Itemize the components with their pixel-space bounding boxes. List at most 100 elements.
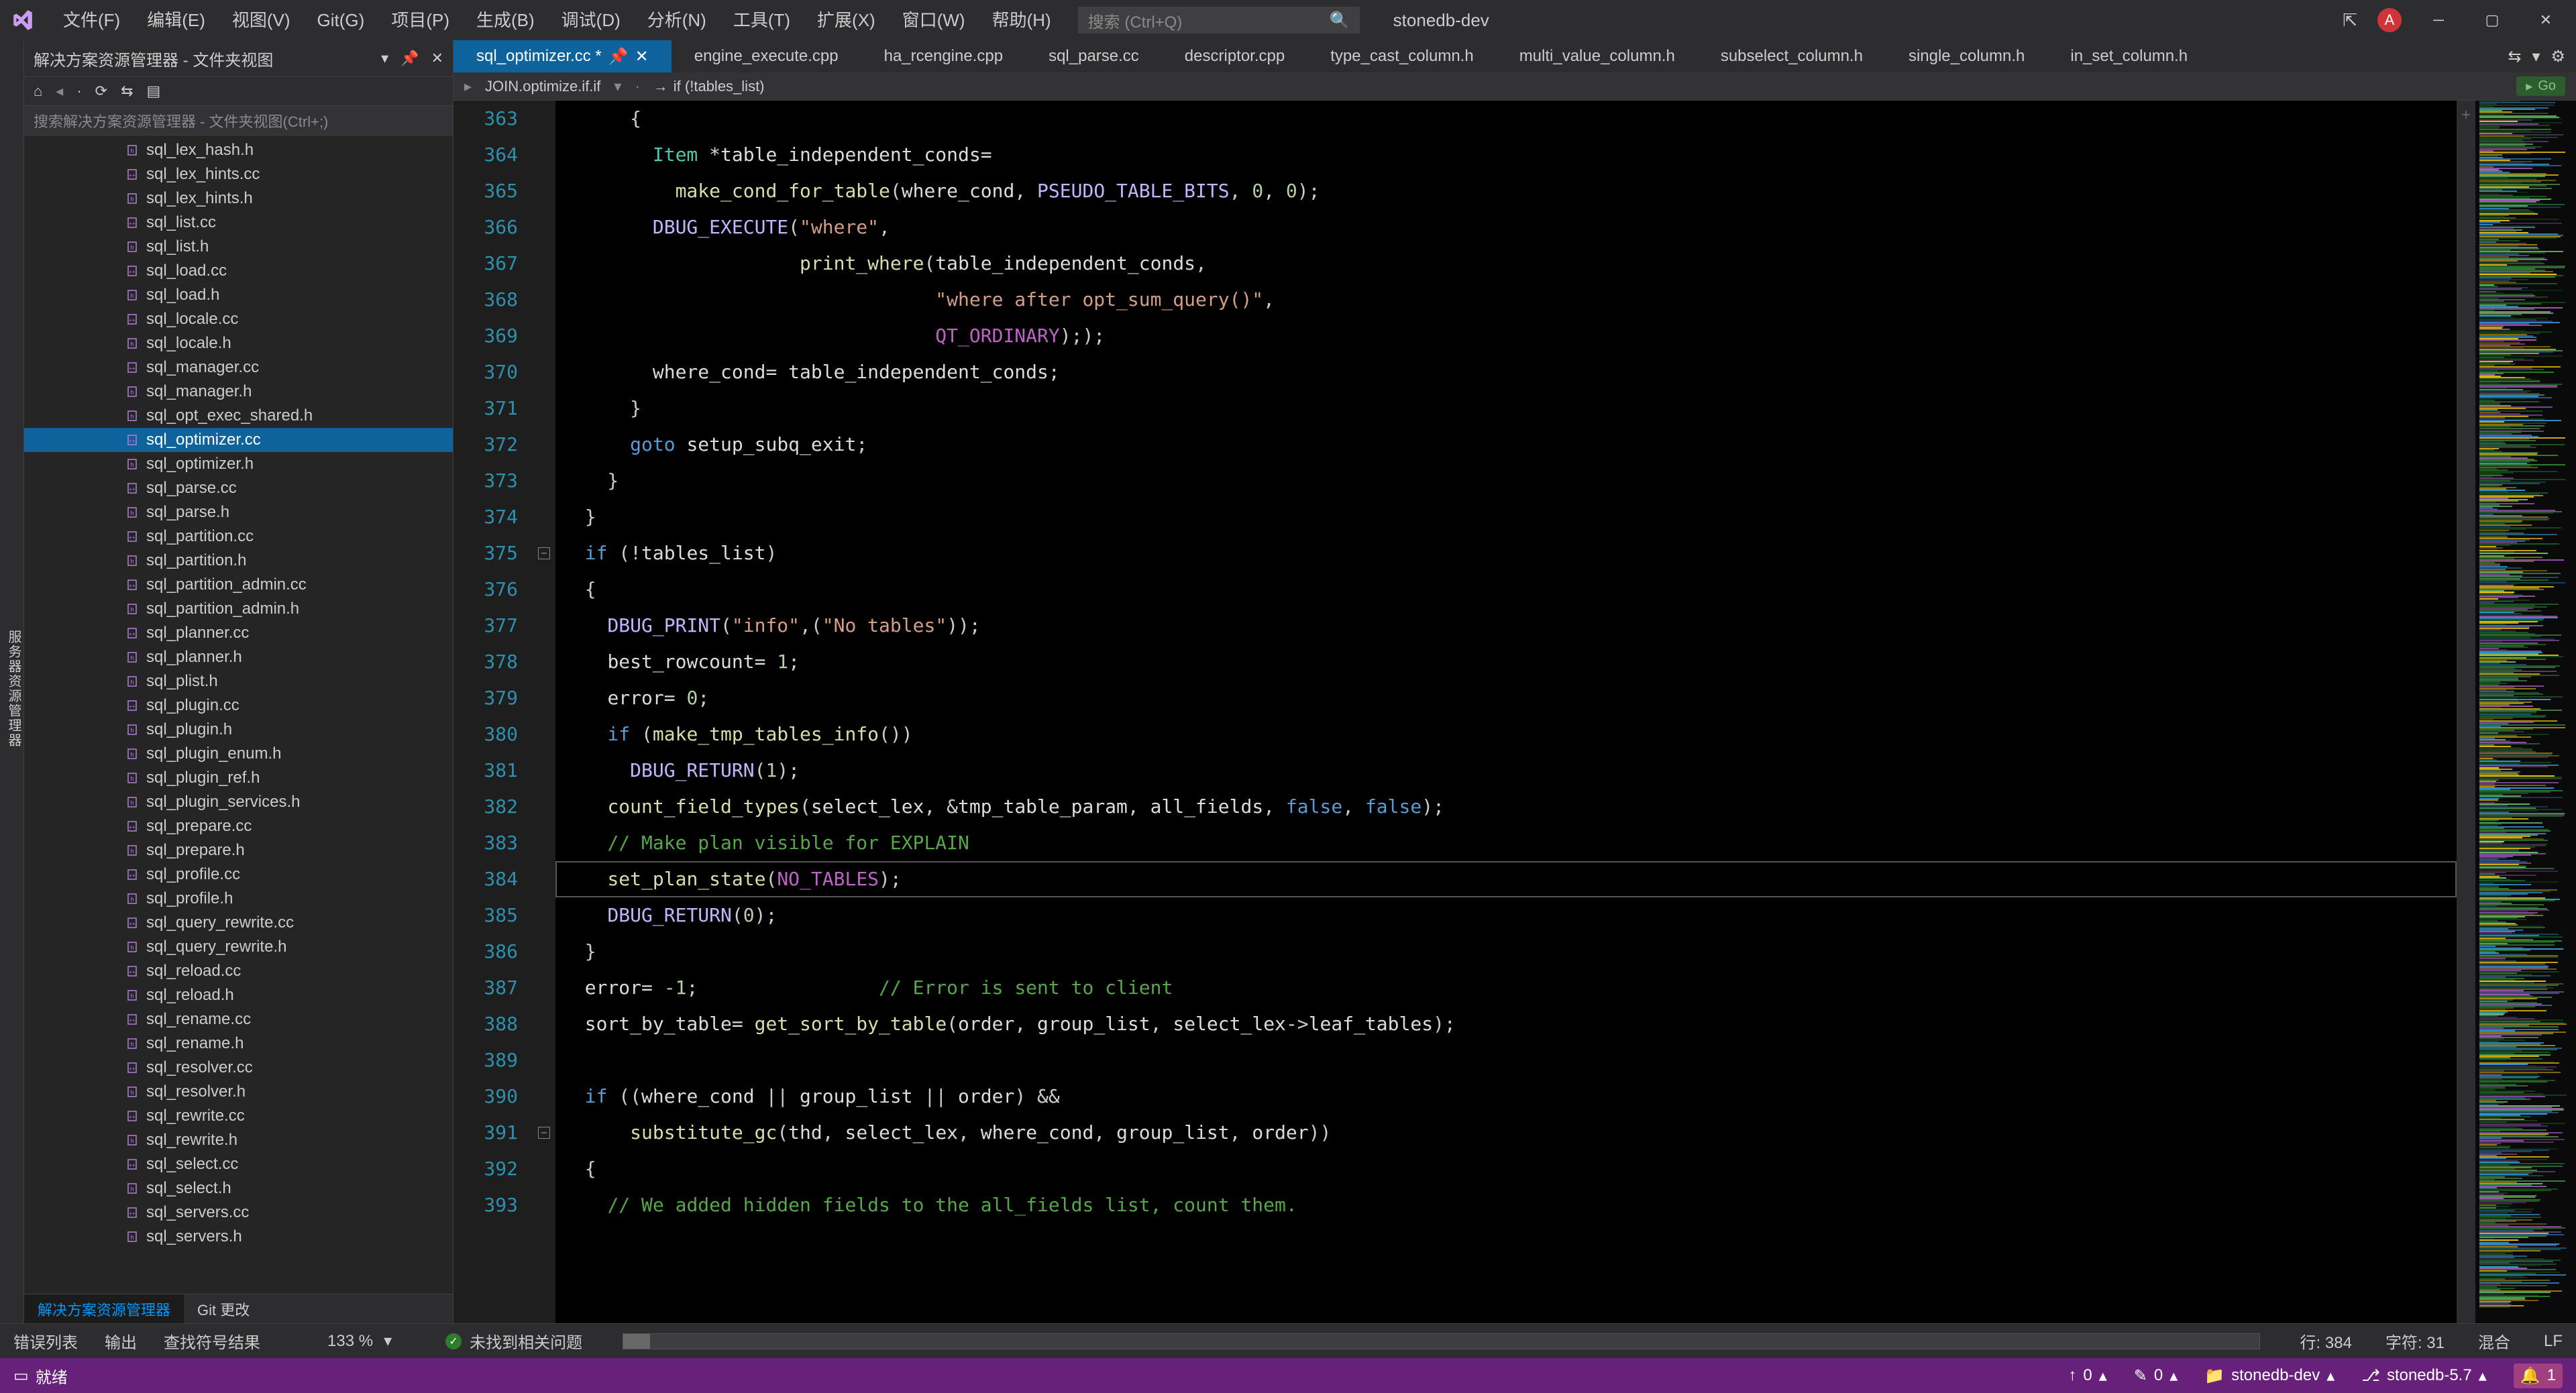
maximize-button[interactable]: ▢ bbox=[2475, 7, 2509, 34]
file-sql_load.h[interactable]: hsql_load.h bbox=[24, 283, 453, 307]
eol-indicator[interactable]: LF bbox=[2544, 1332, 2563, 1351]
search-box[interactable]: 搜索 (Ctrl+Q) 🔍 bbox=[1078, 7, 1360, 34]
editor-tab-multi_value_column.h[interactable]: multi_value_column.h bbox=[1497, 40, 1698, 72]
menu-文件(F)[interactable]: 文件(F) bbox=[50, 0, 133, 40]
file-sql_plugin.h[interactable]: hsql_plugin.h bbox=[24, 718, 453, 742]
changes-down[interactable]: ✎ 0 ▴ bbox=[2134, 1366, 2178, 1386]
file-sql_partition_admin.h[interactable]: hsql_partition_admin.h bbox=[24, 597, 453, 621]
file-sql_lex_hash.h[interactable]: hsql_lex_hash.h bbox=[24, 138, 453, 162]
tab-solution-explorer[interactable]: 解决方案资源管理器 bbox=[24, 1294, 184, 1323]
file-sql_optimizer.h[interactable]: hsql_optimizer.h bbox=[24, 452, 453, 476]
file-sql_planner.cc[interactable]: ++sql_planner.cc bbox=[24, 621, 453, 645]
file-sql_optimizer.cc[interactable]: ++sql_optimizer.cc bbox=[24, 428, 453, 452]
user-avatar[interactable]: A bbox=[2377, 8, 2402, 32]
file-sql_list.h[interactable]: hsql_list.h bbox=[24, 235, 453, 259]
zoom-level[interactable]: 133 % bbox=[327, 1332, 373, 1351]
run-badge[interactable]: ▸ Go bbox=[2516, 76, 2565, 96]
file-sql_reload.h[interactable]: hsql_reload.h bbox=[24, 983, 453, 1007]
file-sql_profile.cc[interactable]: ++sql_profile.cc bbox=[24, 862, 453, 887]
server-explorer-rail[interactable]: 服务器资源管理器 bbox=[4, 630, 23, 748]
breadcrumb-scope[interactable]: JOIN.optimize.if.if bbox=[485, 78, 600, 95]
menu-扩展(X)[interactable]: 扩展(X) bbox=[804, 0, 889, 40]
menu-项目(P)[interactable]: 项目(P) bbox=[378, 0, 463, 40]
tab-git-changes[interactable]: Git 更改 bbox=[184, 1294, 263, 1323]
tab-error-list[interactable]: 错误列表 bbox=[13, 1329, 78, 1353]
file-sql_rename.h[interactable]: hsql_rename.h bbox=[24, 1032, 453, 1056]
file-sql_load.cc[interactable]: ++sql_load.cc bbox=[24, 259, 453, 283]
breadcrumb-member[interactable]: → if (!tables_list) bbox=[653, 78, 765, 95]
file-sql_resolver.cc[interactable]: ++sql_resolver.cc bbox=[24, 1056, 453, 1080]
file-sql_lex_hints.h[interactable]: hsql_lex_hints.h bbox=[24, 186, 453, 211]
file-sql_parse.cc[interactable]: ++sql_parse.cc bbox=[24, 476, 453, 500]
split-icon[interactable]: ＋ bbox=[2461, 106, 2471, 122]
menu-编辑(E)[interactable]: 编辑(E) bbox=[133, 0, 219, 40]
issues-status[interactable]: 未找到相关问题 bbox=[470, 1329, 582, 1353]
file-sql_servers.cc[interactable]: ++sql_servers.cc bbox=[24, 1201, 453, 1225]
zoom-dropdown-icon[interactable]: ▾ bbox=[384, 1331, 392, 1351]
file-sql_rewrite.cc[interactable]: ++sql_rewrite.cc bbox=[24, 1104, 453, 1128]
file-sql_prepare.h[interactable]: hsql_prepare.h bbox=[24, 838, 453, 862]
editor-tab-in_set_column.h[interactable]: in_set_column.h bbox=[2047, 40, 2210, 72]
menu-生成(B)[interactable]: 生成(B) bbox=[463, 0, 548, 40]
close-button[interactable]: ✕ bbox=[2529, 7, 2563, 34]
close-tab-icon[interactable]: ✕ bbox=[635, 47, 649, 66]
home-icon[interactable]: ⌂ bbox=[34, 82, 42, 100]
minimize-button[interactable]: ─ bbox=[2422, 7, 2455, 34]
branch-indicator[interactable]: ⎇ stonedb-5.7 ▴ bbox=[2361, 1366, 2486, 1386]
file-sql_plugin.cc[interactable]: ++sql_plugin.cc bbox=[24, 693, 453, 718]
solution-explorer-search[interactable]: 搜索解决方案资源管理器 - 文件夹视图(Ctrl+;) bbox=[24, 106, 453, 135]
tab-overflow-icon[interactable]: ▾ bbox=[2532, 47, 2540, 66]
editor-tab-sql_optimizer.cc[interactable]: sql_optimizer.cc *📌✕ bbox=[453, 40, 672, 72]
close-panel-icon[interactable]: ✕ bbox=[431, 50, 443, 67]
file-sql_parse.h[interactable]: hsql_parse.h bbox=[24, 500, 453, 524]
file-sql_select.h[interactable]: hsql_select.h bbox=[24, 1176, 453, 1201]
menu-帮助(H)[interactable]: 帮助(H) bbox=[979, 0, 1065, 40]
char-indicator[interactable]: 字符: 31 bbox=[2385, 1329, 2445, 1353]
menu-Git(G)[interactable]: Git(G) bbox=[304, 0, 378, 40]
filter-icon[interactable]: ▤ bbox=[147, 82, 161, 100]
file-sql_reload.cc[interactable]: ++sql_reload.cc bbox=[24, 959, 453, 983]
file-sql_list.cc[interactable]: ++sql_list.cc bbox=[24, 211, 453, 235]
vertical-scrollbar[interactable]: ＋ bbox=[2457, 101, 2475, 1323]
fold-gutter[interactable]: −− bbox=[534, 101, 555, 1323]
menu-视图(V)[interactable]: 视图(V) bbox=[219, 0, 304, 40]
file-sql_resolver.h[interactable]: hsql_resolver.h bbox=[24, 1080, 453, 1104]
file-sql_planner.h[interactable]: hsql_planner.h bbox=[24, 645, 453, 669]
file-tree[interactable]: hsql_lex_hash.h++sql_lex_hints.cchsql_le… bbox=[24, 135, 453, 1294]
file-sql_query_rewrite.h[interactable]: hsql_query_rewrite.h bbox=[24, 935, 453, 959]
menu-调试(D)[interactable]: 调试(D) bbox=[548, 0, 634, 40]
tab-output[interactable]: 输出 bbox=[105, 1329, 137, 1353]
file-sql_servers.h[interactable]: hsql_servers.h bbox=[24, 1225, 453, 1249]
editor-tab-ha_rcengine.cpp[interactable]: ha_rcengine.cpp bbox=[861, 40, 1026, 72]
file-sql_rewrite.h[interactable]: hsql_rewrite.h bbox=[24, 1128, 453, 1152]
repo-indicator[interactable]: 📁 stonedb-dev ▴ bbox=[2204, 1366, 2334, 1386]
editor-tab-sql_parse.cc[interactable]: sql_parse.cc bbox=[1026, 40, 1162, 72]
tab-find-symbol[interactable]: 查找符号结果 bbox=[164, 1329, 260, 1353]
menu-分析(N)[interactable]: 分析(N) bbox=[634, 0, 720, 40]
file-sql_prepare.cc[interactable]: ++sql_prepare.cc bbox=[24, 814, 453, 838]
solution-name[interactable]: stonedb-dev bbox=[1393, 10, 1489, 31]
file-sql_plugin_ref.h[interactable]: hsql_plugin_ref.h bbox=[24, 766, 453, 790]
file-sql_query_rewrite.cc[interactable]: ++sql_query_rewrite.cc bbox=[24, 911, 453, 935]
file-sql_partition.h[interactable]: hsql_partition.h bbox=[24, 549, 453, 573]
file-sql_partition_admin.cc[interactable]: ++sql_partition_admin.cc bbox=[24, 573, 453, 597]
editor-tab-subselect_column.h[interactable]: subselect_column.h bbox=[1698, 40, 1886, 72]
pin-icon[interactable]: 📌 bbox=[608, 47, 629, 66]
code-content[interactable]: { Item *table_independent_conds= make_co… bbox=[555, 101, 2457, 1323]
file-sql_plugin_enum.h[interactable]: hsql_plugin_enum.h bbox=[24, 742, 453, 766]
file-sql_manager.cc[interactable]: ++sql_manager.cc bbox=[24, 355, 453, 380]
insert-mode[interactable]: 混合 bbox=[2478, 1329, 2510, 1353]
editor-tab-type_cast_column.h[interactable]: type_cast_column.h bbox=[1307, 40, 1496, 72]
editor-tab-engine_execute.cpp[interactable]: engine_execute.cpp bbox=[672, 40, 861, 72]
file-sql_partition.cc[interactable]: ++sql_partition.cc bbox=[24, 524, 453, 549]
editor-tab-descriptor.cpp[interactable]: descriptor.cpp bbox=[1162, 40, 1307, 72]
notifications[interactable]: 🔔1 bbox=[2514, 1363, 2563, 1388]
file-sql_locale.h[interactable]: hsql_locale.h bbox=[24, 331, 453, 355]
preview-icon[interactable]: ⇆ bbox=[2508, 47, 2521, 66]
file-sql_select.cc[interactable]: ++sql_select.cc bbox=[24, 1152, 453, 1176]
minimap[interactable] bbox=[2475, 101, 2576, 1323]
back-icon[interactable]: ◂ bbox=[56, 82, 63, 100]
editor-tab-single_column.h[interactable]: single_column.h bbox=[1886, 40, 2047, 72]
gear-icon[interactable]: ⚙ bbox=[2551, 47, 2565, 66]
dropdown-icon[interactable]: ▾ bbox=[381, 50, 388, 67]
